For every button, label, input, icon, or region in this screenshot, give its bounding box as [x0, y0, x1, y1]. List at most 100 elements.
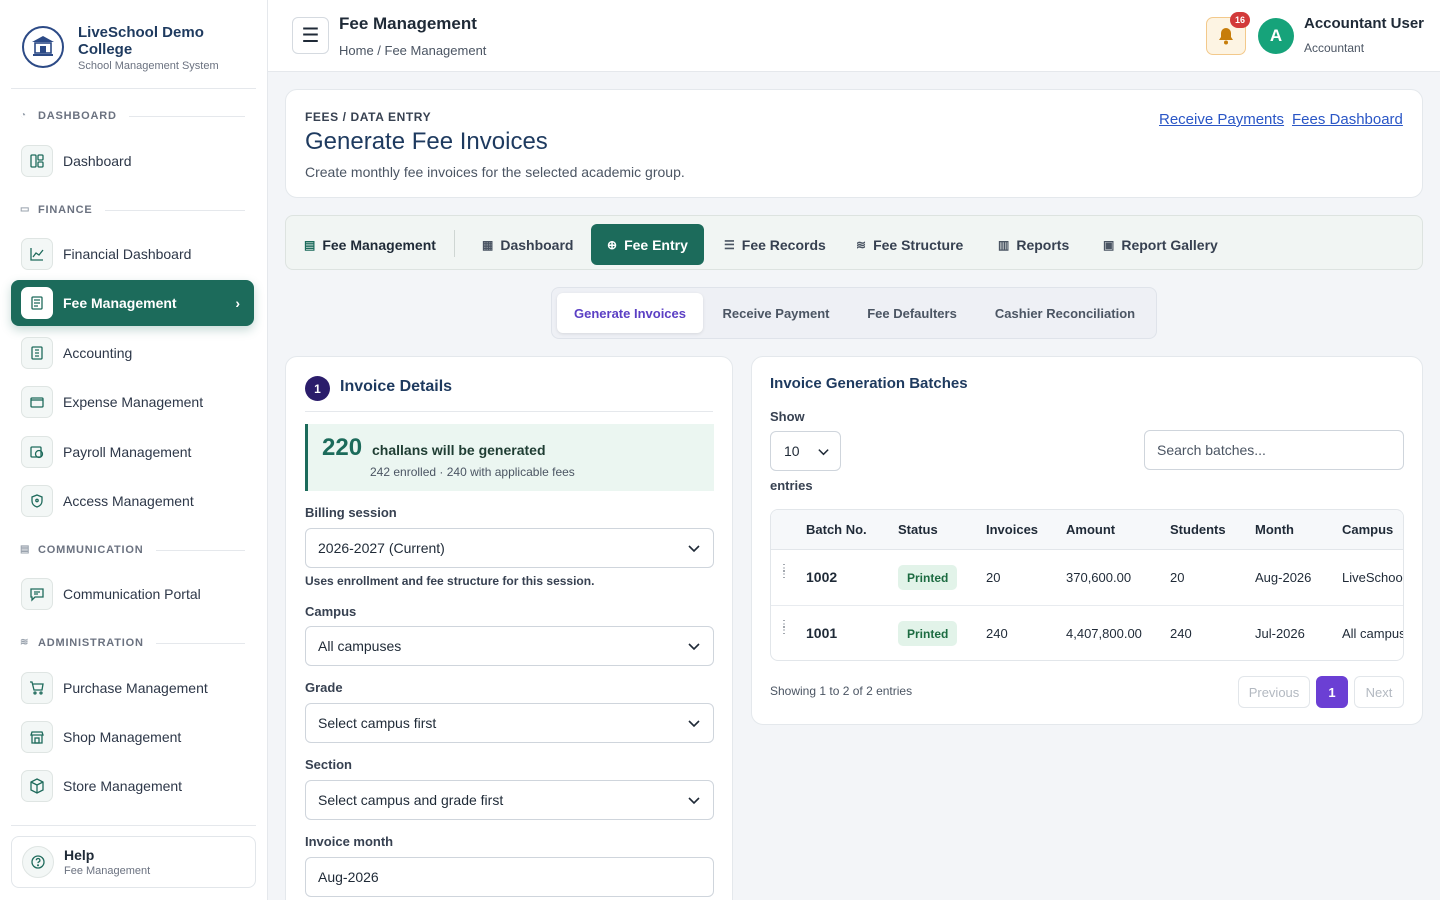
subtab-generate-invoices[interactable]: Generate Invoices — [557, 293, 703, 333]
brand: LiveSchool Demo College School Managemen… — [0, 0, 267, 89]
section-label: Section — [305, 757, 352, 772]
billing-session-label: Billing session — [305, 505, 397, 520]
billing-session-select[interactable]: 2026-2027 (Current) — [305, 528, 714, 568]
sidebar-item-label: Financial Dashboard — [63, 246, 192, 262]
invoice-batches-card: Invoice Generation Batches Show 10 entri… — [751, 356, 1423, 725]
amount: 4,407,800.00 — [1066, 626, 1142, 641]
page-1-button[interactable]: 1 — [1316, 676, 1348, 708]
campus: LiveSchool — [1342, 570, 1404, 585]
sidebar-item-financial-dashboard[interactable]: Financial Dashboard — [11, 231, 254, 277]
show-label: Show — [770, 409, 805, 424]
subtab-receive-payment[interactable]: Receive Payment — [708, 293, 844, 333]
chevron-down-icon — [688, 643, 700, 651]
sidebar-item-communication-portal[interactable]: Communication Portal — [11, 571, 254, 617]
subtab-fee-defaulters[interactable]: Fee Defaulters — [850, 293, 974, 333]
entries-per-page-select[interactable]: 10 — [770, 431, 841, 471]
select-value: All campuses — [318, 638, 402, 654]
fees-dashboard-link[interactable]: Fees Dashboard — [1292, 111, 1403, 128]
box-icon — [21, 770, 53, 802]
table-row[interactable]: ⋮ ⋮ 1002 Printed 20 370,600.00 20 Aug-202… — [771, 550, 1403, 606]
sliders-icon: ≋ — [20, 637, 30, 648]
sidebar-item-expense-management[interactable]: Expense Management — [11, 379, 254, 425]
sidebar-item-store-management[interactable]: Store Management — [11, 763, 254, 809]
column-header[interactable]: Status — [898, 522, 938, 537]
ledger-icon — [21, 337, 53, 369]
challan-count: 220 — [322, 434, 363, 461]
money-icon: ▭ — [20, 204, 31, 215]
sidebar-item-fee-management[interactable]: Fee Management › — [11, 280, 254, 326]
breadcrumb: Home / Fee Management — [339, 43, 487, 58]
sidebar-item-label: Shop Management — [63, 729, 182, 745]
subtab-cashier-reconciliation[interactable]: Cashier Reconciliation — [980, 293, 1150, 333]
column-header[interactable]: Campus — [1342, 522, 1393, 537]
grade-select[interactable]: Select campus first — [305, 703, 714, 743]
next-page-button[interactable]: Next — [1354, 676, 1404, 708]
select-value: Select campus and grade first — [318, 792, 504, 808]
wallet-icon — [21, 386, 53, 418]
sidebar-item-label: Store Management — [63, 778, 183, 794]
table-header: Batch No. Status Invoices Amount Student… — [771, 510, 1403, 550]
section-communication: ▤ COMMUNICATION — [20, 544, 245, 556]
user-name[interactable]: Accountant User — [1304, 15, 1424, 32]
column-header[interactable]: Amount — [1066, 522, 1115, 537]
sidebar-item-dashboard[interactable]: Dashboard — [11, 138, 254, 184]
fee-entry-subtabs: Generate Invoices Receive Payment Fee De… — [551, 287, 1157, 339]
tab-label: Dashboard — [500, 236, 574, 253]
campus-select[interactable]: All campuses — [305, 626, 714, 666]
tab-fee-records[interactable]: ☰ Fee Records — [708, 224, 842, 265]
search-batches-input[interactable] — [1144, 430, 1404, 470]
challan-summary: 220 challans will be generated 242 enrol… — [305, 424, 714, 491]
column-header[interactable]: Invoices — [986, 522, 1038, 537]
avatar[interactable]: A — [1258, 18, 1294, 54]
table-row[interactable]: ⋮ ⋮ 1001 Printed 240 4,407,800.00 240 Jul… — [771, 606, 1403, 660]
divider — [305, 411, 713, 412]
sidebar-item-accounting[interactable]: Accounting — [11, 330, 254, 376]
chevron-down-icon — [688, 797, 700, 805]
tab-fee-management[interactable]: ▤ Fee Management — [288, 224, 452, 265]
tab-reports[interactable]: ▥ Reports — [982, 224, 1085, 265]
sidebar-item-label: Expense Management — [63, 394, 204, 410]
sidebar-item-label: Fee Management — [63, 295, 177, 311]
sidebar-item-payroll-management[interactable]: Payroll Management — [11, 429, 254, 475]
challan-subtext: 242 enrolled · 240 with applicable fees — [370, 465, 575, 479]
hamburger-icon: ☰ — [301, 25, 320, 47]
batches-title: Invoice Generation Batches — [770, 375, 968, 392]
chevron-down-icon — [688, 720, 700, 728]
invoice-month-input[interactable]: Aug-2026 — [305, 857, 714, 897]
section-select[interactable]: Select campus and grade first — [305, 780, 714, 820]
help-card[interactable]: Help Fee Management — [11, 836, 256, 888]
sidebar-item-label: Accounting — [63, 345, 133, 361]
invoices-count: 240 — [986, 626, 1008, 641]
tab-fee-structure[interactable]: ≋ Fee Structure — [840, 224, 979, 265]
select-value: 10 — [784, 443, 800, 459]
students-count: 240 — [1170, 626, 1192, 641]
tab-report-gallery[interactable]: ▣ Report Gallery — [1087, 224, 1234, 265]
tab-label: Fee Structure — [873, 236, 964, 253]
payroll-icon — [21, 436, 53, 468]
column-header[interactable]: Batch No. — [806, 522, 867, 537]
tab-fee-entry[interactable]: ⊕ Fee Entry — [591, 224, 704, 265]
eyebrow: FEES / DATA ENTRY — [305, 110, 432, 124]
image-icon: ▣ — [1103, 237, 1115, 252]
drag-handle-icon[interactable]: ⋮ ⋮ — [779, 564, 789, 580]
sidebar-item-purchase-management[interactable]: Purchase Management — [11, 665, 254, 711]
sidebar-item-shop-management[interactable]: Shop Management — [11, 714, 254, 760]
previous-page-button[interactable]: Previous — [1238, 676, 1310, 708]
help-subtitle: Fee Management — [64, 865, 151, 877]
gauge-icon: ◔ — [20, 110, 27, 121]
column-header[interactable]: Students — [1170, 522, 1226, 537]
column-header[interactable]: Month — [1255, 522, 1294, 537]
tab-label: Fee Entry — [624, 236, 688, 253]
tab-dashboard[interactable]: ▦ Dashboard — [466, 224, 589, 265]
section-title: ADMINISTRATION — [38, 637, 144, 649]
divider — [11, 825, 256, 826]
sidebar-item-access-management[interactable]: Access Management — [11, 478, 254, 524]
drag-handle-icon[interactable]: ⋮ ⋮ — [779, 620, 789, 636]
page-subtitle: Create monthly fee invoices for the sele… — [305, 164, 685, 180]
receive-payments-link[interactable]: Receive Payments — [1159, 111, 1284, 128]
menu-toggle-button[interactable]: ☰ — [292, 17, 329, 54]
billing-session-hint: Uses enrollment and fee structure for th… — [305, 574, 595, 588]
brand-subtitle: School Management System — [78, 60, 219, 72]
chevron-right-icon: › — [235, 295, 240, 311]
page-header-card: FEES / DATA ENTRY Generate Fee Invoices … — [285, 89, 1423, 198]
